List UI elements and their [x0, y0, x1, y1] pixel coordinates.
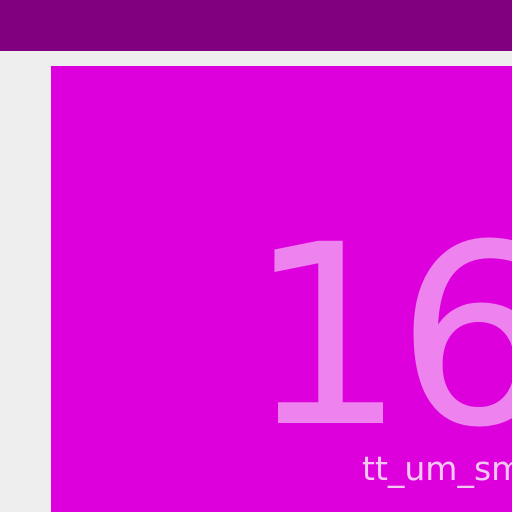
app-bar: [0, 0, 512, 51]
project-tile[interactable]: 16 tt_um_sm: [51, 66, 512, 512]
tile-label: tt_um_sm: [362, 449, 512, 488]
tile-number: 16: [247, 191, 512, 482]
